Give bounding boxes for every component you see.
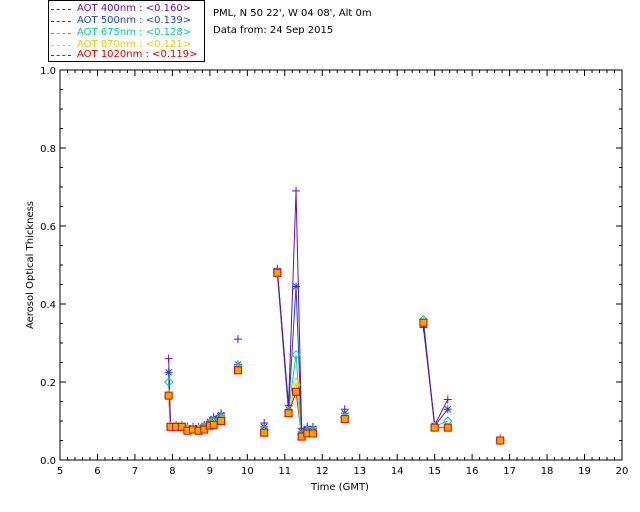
point-1020nm <box>273 268 282 277</box>
x-tick-label: 19 <box>578 466 591 477</box>
x-tick-label: 16 <box>466 466 479 477</box>
point-1020nm <box>292 387 301 396</box>
x-tick-label: 14 <box>391 466 404 477</box>
point-1020nm <box>233 366 242 375</box>
x-tick-label: 5 <box>57 466 63 477</box>
point-1020nm <box>308 429 317 438</box>
point-1020nm <box>496 436 505 445</box>
point-1020nm <box>419 318 428 327</box>
x-tick-label: 8 <box>169 466 175 477</box>
y-tick-label: 1.0 <box>40 66 56 77</box>
point-400nm <box>164 354 173 363</box>
x-tick-label: 17 <box>503 466 516 477</box>
x-tick-label: 9 <box>207 466 213 477</box>
x-tick-label: 7 <box>132 466 138 477</box>
x-tick-label: 6 <box>94 466 100 477</box>
point-400nm <box>292 186 301 195</box>
series-markers <box>163 186 506 446</box>
y-tick-label: 0.0 <box>40 456 56 467</box>
point-500nm <box>292 282 301 291</box>
point-1020nm <box>164 391 173 400</box>
x-tick-label: 20 <box>616 466 629 477</box>
point-1020nm <box>217 417 226 425</box>
x-tick-label: 11 <box>278 466 291 477</box>
plot-frame <box>59 69 623 461</box>
point-400nm <box>443 395 452 404</box>
series-line <box>422 321 449 427</box>
point-1020nm <box>340 415 349 424</box>
series-line <box>422 319 448 428</box>
y-tick-label: 0.4 <box>40 300 56 311</box>
point-400nm <box>233 335 242 344</box>
y-tick-label: 0.6 <box>40 222 56 233</box>
y-axis-label: Aerosol Optical Thickness <box>25 201 36 329</box>
y-tick-label: 0.2 <box>40 378 56 389</box>
x-tick-label: 18 <box>541 466 554 477</box>
y-tick-label: 0.8 <box>40 144 56 155</box>
x-tick-label: 10 <box>241 466 254 477</box>
series-lines <box>168 190 449 438</box>
x-tick-label: 13 <box>353 466 366 477</box>
x-tick-label: 15 <box>428 466 441 477</box>
aot-chart: 5 6 7 8 9 10 11 12 13 14 15 16 17 18 19 20 0.0 0.2 0.4 0.6 0… <box>25 66 628 493</box>
series-line <box>422 322 448 429</box>
x-axis-label: Time (GMT) <box>310 482 369 493</box>
point-1020nm <box>443 423 452 432</box>
series-line <box>422 327 449 427</box>
point-1020nm <box>430 423 439 432</box>
series-line <box>422 321 448 428</box>
point-1020nm <box>284 409 293 418</box>
point-1020nm <box>260 428 269 437</box>
x-tick-label: 12 <box>316 466 329 477</box>
point-500nm <box>164 368 173 377</box>
point-500nm <box>443 405 452 414</box>
axes: 5 6 7 8 9 10 11 12 13 14 15 16 17 18 19 20 0.0 0.2 0.4 0.6 0… <box>40 66 628 477</box>
point-1020nm <box>209 420 218 429</box>
